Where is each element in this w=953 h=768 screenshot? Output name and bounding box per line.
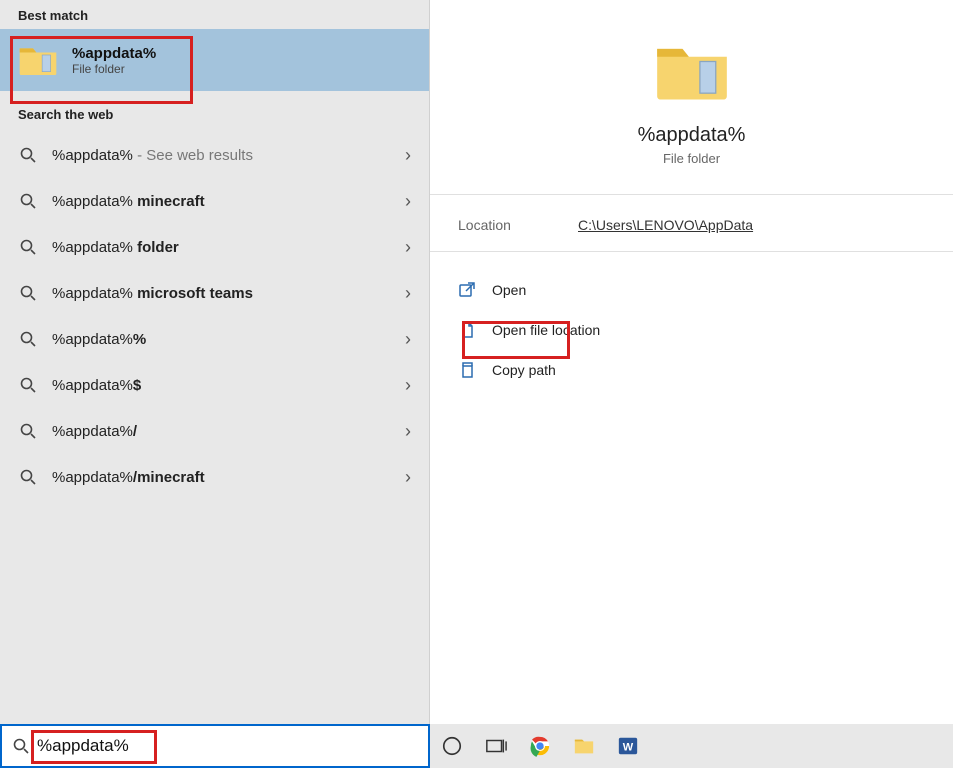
web-result-label: %appdata%$ [52, 377, 405, 394]
web-result-item[interactable]: %appdata%%› [0, 316, 429, 362]
web-result-label: %appdata% microsoft teams [52, 285, 405, 302]
chevron-right-icon: › [405, 467, 411, 488]
word-icon[interactable]: W [614, 732, 642, 760]
search-web-header: Search the web [0, 99, 429, 128]
chevron-right-icon: › [405, 237, 411, 258]
cortana-icon[interactable] [438, 732, 466, 760]
preview-subtitle: File folder [663, 151, 720, 166]
search-icon [18, 375, 38, 395]
search-icon [18, 467, 38, 487]
web-results-list: %appdata% - See web results›%appdata% mi… [0, 132, 429, 500]
open-icon [458, 281, 476, 299]
search-icon [18, 329, 38, 349]
chevron-right-icon: › [405, 375, 411, 396]
copy-path-action[interactable]: Copy path [430, 350, 953, 390]
svg-text:W: W [623, 742, 634, 754]
search-icon [18, 191, 38, 211]
file-location-icon [458, 321, 476, 339]
open-file-location-action[interactable]: Open file location [430, 310, 953, 350]
chevron-right-icon: › [405, 421, 411, 442]
web-result-item[interactable]: %appdata% - See web results› [0, 132, 429, 178]
taskbar: W [0, 724, 953, 768]
copy-icon [458, 361, 476, 379]
location-row: Location C:\Users\LENOVO\AppData [430, 195, 953, 252]
web-result-label: %appdata%% [52, 331, 405, 348]
preview-title: %appdata% [638, 124, 746, 147]
location-value[interactable]: C:\Users\LENOVO\AppData [578, 217, 753, 233]
search-results-panel: Best match %appdata% File folder Search … [0, 0, 430, 724]
chevron-right-icon: › [405, 329, 411, 350]
open-action[interactable]: Open [430, 270, 953, 310]
file-explorer-icon[interactable] [570, 732, 598, 760]
chevron-right-icon: › [405, 145, 411, 166]
preview-panel: %appdata% File folder Location C:\Users\… [430, 0, 953, 724]
best-match-title: %appdata% [72, 45, 156, 62]
folder-icon [654, 38, 730, 104]
search-input[interactable] [37, 736, 422, 756]
location-label: Location [458, 217, 578, 233]
best-match-result[interactable]: %appdata% File folder [0, 29, 429, 91]
chevron-right-icon: › [405, 283, 411, 304]
search-icon [18, 145, 38, 165]
search-icon [18, 283, 38, 303]
open-file-location-label: Open file location [492, 322, 600, 338]
task-view-icon[interactable] [482, 732, 510, 760]
open-label: Open [492, 282, 526, 298]
search-icon [11, 736, 31, 756]
web-result-label: %appdata% minecraft [52, 193, 405, 210]
web-result-label: %appdata%/minecraft [52, 469, 405, 486]
web-result-label: %appdata% - See web results [52, 147, 405, 164]
preview-hero: %appdata% File folder [430, 0, 953, 195]
web-result-label: %appdata%/ [52, 423, 405, 440]
best-match-subtitle: File folder [72, 62, 156, 76]
web-result-item[interactable]: %appdata% minecraft› [0, 178, 429, 224]
chrome-icon[interactable] [526, 732, 554, 760]
search-icon [18, 421, 38, 441]
web-result-item[interactable]: %appdata%$› [0, 362, 429, 408]
search-box[interactable] [0, 724, 430, 768]
web-result-label: %appdata% folder [52, 239, 405, 256]
best-match-header: Best match [0, 0, 429, 29]
copy-path-label: Copy path [492, 362, 556, 378]
web-result-item[interactable]: %appdata%/minecraft› [0, 454, 429, 500]
chevron-right-icon: › [405, 191, 411, 212]
folder-icon [18, 43, 58, 77]
web-result-item[interactable]: %appdata% microsoft teams› [0, 270, 429, 316]
web-result-item[interactable]: %appdata%/› [0, 408, 429, 454]
web-result-item[interactable]: %appdata% folder› [0, 224, 429, 270]
search-icon [18, 237, 38, 257]
